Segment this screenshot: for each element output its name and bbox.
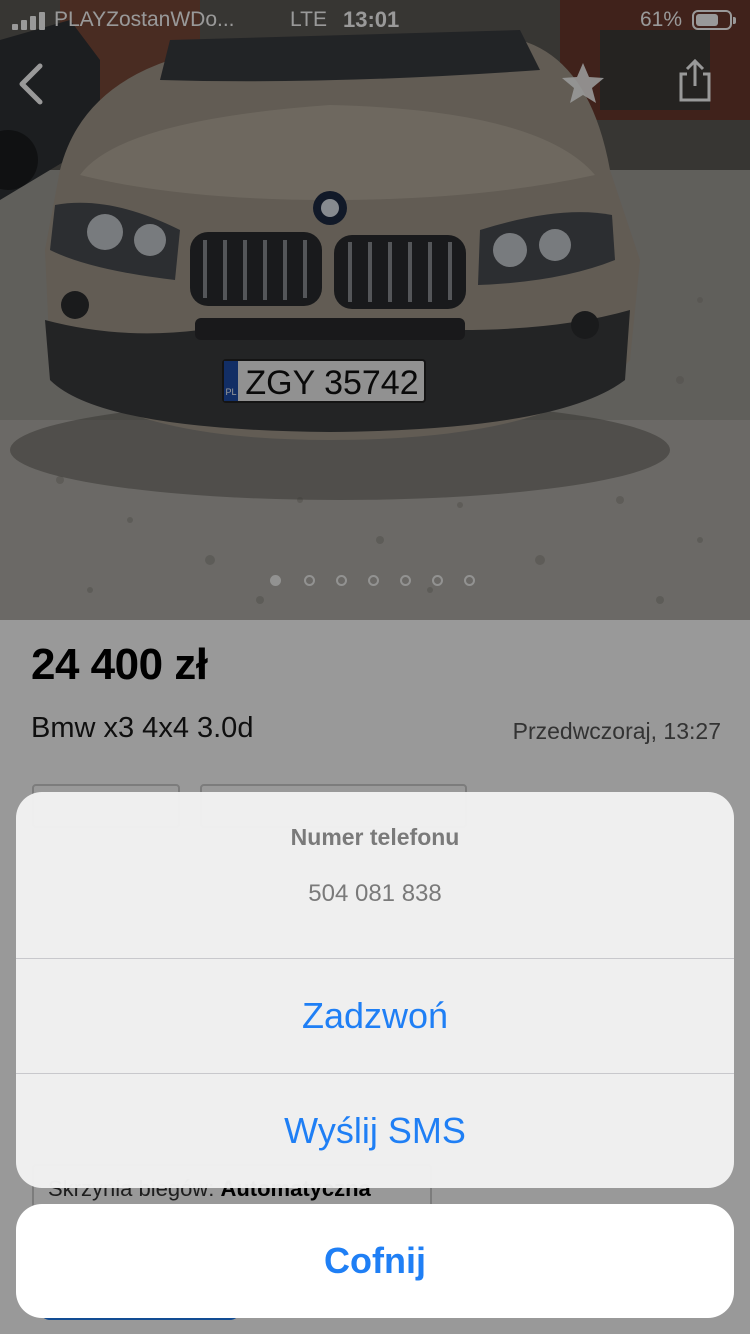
call-button[interactable]: Zadzwoń — [16, 959, 734, 1073]
action-sheet-title: Numer telefonu — [290, 824, 460, 850]
action-sheet: Numer telefonu 504 081 838 Zadzwoń Wyśli… — [16, 792, 734, 1188]
cancel-button[interactable]: Cofnij — [16, 1204, 734, 1318]
phone-number: 504 081 838 — [308, 880, 442, 907]
action-sheet-header: Numer telefonu 504 081 838 — [16, 792, 734, 958]
send-sms-button[interactable]: Wyślij SMS — [16, 1074, 734, 1188]
